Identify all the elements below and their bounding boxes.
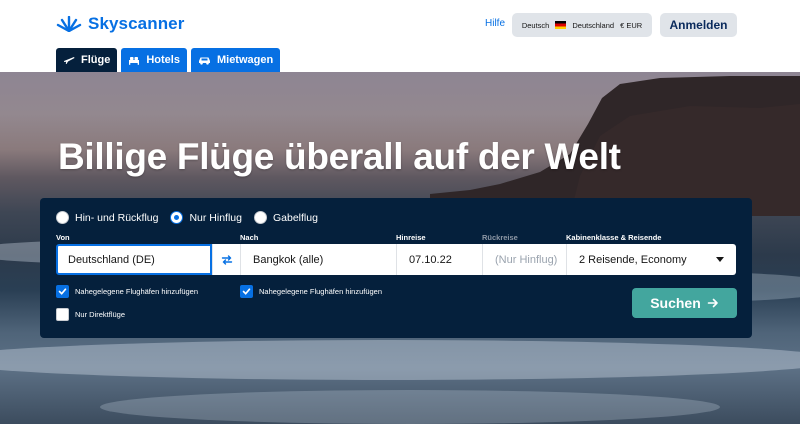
- tab-flights[interactable]: Flüge: [56, 48, 118, 72]
- to-value: Bangkok (alle): [253, 253, 324, 266]
- trip-type-group: Hin- und Rückflug Nur Hinflug Gabelflug: [56, 211, 318, 224]
- from-input[interactable]: Deutschland (DE): [56, 244, 212, 275]
- login-button[interactable]: Anmelden: [660, 13, 737, 37]
- locale-language: Deutsch: [521, 20, 550, 30]
- return-placeholder: (Nur Hinflug): [495, 253, 558, 266]
- depart-label: Hinreise: [396, 233, 426, 242]
- help-link[interactable]: Hilfe: [485, 18, 505, 29]
- trip-type-one-way[interactable]: Nur Hinflug: [170, 211, 242, 224]
- locale-currency: € EUR: [620, 20, 643, 30]
- swap-arrows-icon: [221, 254, 232, 265]
- product-tabs: Flüge Hotels Mietwagen: [56, 48, 281, 72]
- tab-car-hire-label: Mietwagen: [216, 54, 274, 66]
- top-header: Skyscanner Hilfe Deutsch Deutschland € E…: [0, 0, 800, 72]
- sunrise-logo-icon: [56, 16, 82, 32]
- bed-icon: [129, 57, 140, 65]
- direct-flights-checkbox[interactable]: Nur Direktflüge: [56, 308, 125, 321]
- depart-date-input[interactable]: 07.10.22: [396, 244, 482, 275]
- checkbox-checked[interactable]: [56, 285, 69, 298]
- checkbox-unchecked[interactable]: [56, 308, 69, 321]
- wave-highlight: [0, 340, 800, 380]
- checkmark-icon: [58, 288, 67, 295]
- cabin-label: Kabinenklasse & Reisende: [566, 233, 662, 242]
- trip-type-return[interactable]: Hin- und Rückflug: [56, 211, 158, 224]
- arrow-right-icon: [707, 298, 718, 308]
- tab-hotels[interactable]: Hotels: [121, 48, 187, 72]
- to-input[interactable]: Bangkok (alle): [240, 244, 396, 275]
- checkbox-checked[interactable]: [240, 285, 253, 298]
- tab-car-hire[interactable]: Mietwagen: [190, 48, 281, 72]
- plane-icon: [64, 57, 75, 64]
- return-label: Rückreise: [482, 233, 518, 242]
- tab-flights-label: Flüge: [81, 54, 111, 66]
- radio-button[interactable]: [56, 211, 69, 224]
- swap-airports-button[interactable]: [212, 244, 240, 275]
- radio-button-selected[interactable]: [170, 211, 184, 224]
- nearby-airports-from-checkbox[interactable]: Nahegelegene Flughäfen hinzufügen: [56, 285, 198, 298]
- search-button[interactable]: Suchen: [632, 288, 737, 318]
- trip-type-multi-city[interactable]: Gabelflug: [254, 211, 318, 224]
- nearby-airports-to-checkbox[interactable]: Nahegelegene Flughäfen hinzufügen: [240, 285, 382, 298]
- locale-selector-button[interactable]: Deutsch Deutschland € EUR: [512, 13, 652, 37]
- wave-highlight: [100, 390, 720, 424]
- flight-search-panel: Hin- und Rückflug Nur Hinflug Gabelflug …: [40, 198, 752, 338]
- tab-hotels-label: Hotels: [146, 54, 180, 66]
- direct-flights-label: Nur Direktflüge: [75, 310, 126, 319]
- from-label: Von: [56, 233, 70, 242]
- hero-headline: Billige Flüge überall auf der Welt: [58, 136, 621, 177]
- nearby-airports-from-label: Nahegelegene Flughäfen hinzufügen: [75, 287, 199, 296]
- trip-type-multi-city-label: Gabelflug: [273, 211, 318, 224]
- cabin-value: 2 Reisende, Economy: [579, 253, 687, 266]
- return-date-input[interactable]: (Nur Hinflug): [482, 244, 566, 275]
- nearby-airports-to-label: Nahegelegene Flughäfen hinzufügen: [259, 287, 383, 296]
- radio-button[interactable]: [254, 211, 267, 224]
- trip-type-one-way-label: Nur Hinflug: [189, 211, 242, 224]
- from-value: Deutschland (DE): [68, 253, 155, 266]
- germany-flag-icon: [555, 21, 567, 29]
- checkmark-icon: [242, 288, 251, 295]
- trip-type-return-label: Hin- und Rückflug: [75, 211, 159, 224]
- cabin-travellers-select[interactable]: 2 Reisende, Economy: [566, 244, 736, 275]
- logo-text: Skyscanner: [88, 14, 185, 33]
- to-label: Nach: [240, 233, 259, 242]
- depart-value: 07.10.22: [409, 253, 452, 266]
- skyscanner-logo[interactable]: Skyscanner: [56, 12, 184, 36]
- chevron-down-icon: [716, 257, 724, 262]
- car-icon: [198, 57, 210, 65]
- locale-country: Deutschland: [572, 20, 615, 30]
- search-button-label: Suchen: [650, 295, 701, 311]
